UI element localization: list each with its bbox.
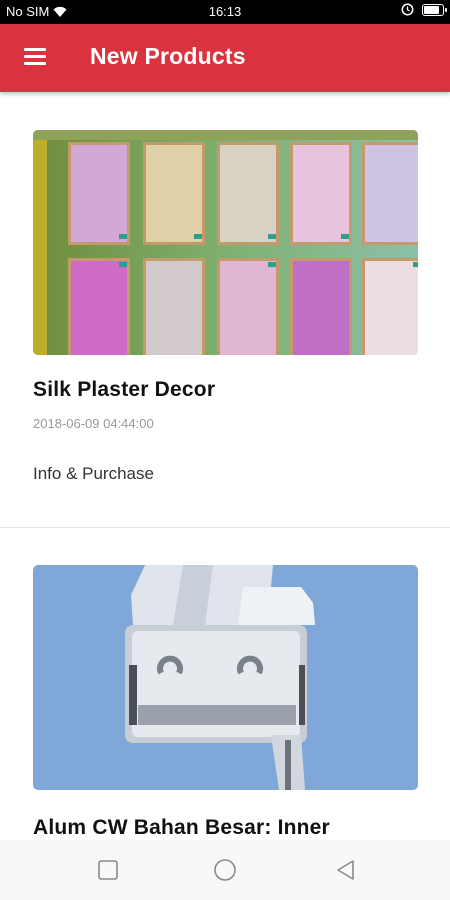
- recent-apps-icon[interactable]: [96, 858, 120, 882]
- product-title[interactable]: Alum CW Bahan Besar: Inner: [33, 816, 330, 840]
- product-image[interactable]: [33, 565, 418, 790]
- battery-fill: [424, 5, 440, 14]
- aluminium-profile-photo: [33, 565, 418, 790]
- status-bar: No SIM 16:13: [0, 0, 450, 24]
- product-date: 2018-06-09 04:44:00: [33, 416, 154, 431]
- app-bar: New Products: [0, 24, 450, 92]
- battery-icon: [422, 3, 447, 16]
- back-icon[interactable]: [334, 858, 358, 882]
- product-card: Alum CW Bahan Besar: Inner: [0, 528, 450, 848]
- alarm-icon: [401, 3, 414, 16]
- status-time: 16:13: [208, 4, 242, 19]
- product-card: Silk Plaster Decor 2018-06-09 04:44:00 I…: [0, 92, 450, 528]
- page-title: New Products: [90, 43, 246, 69]
- home-icon[interactable]: [213, 858, 237, 882]
- hamburger-menu-icon[interactable]: [24, 48, 48, 68]
- product-image[interactable]: [33, 130, 418, 355]
- system-nav-bar: [0, 840, 450, 900]
- info-purchase-link[interactable]: Info & Purchase: [33, 464, 154, 484]
- product-title[interactable]: Silk Plaster Decor: [33, 378, 215, 402]
- silk-plaster-samples-photo: [33, 130, 418, 355]
- status-right: [401, 3, 447, 16]
